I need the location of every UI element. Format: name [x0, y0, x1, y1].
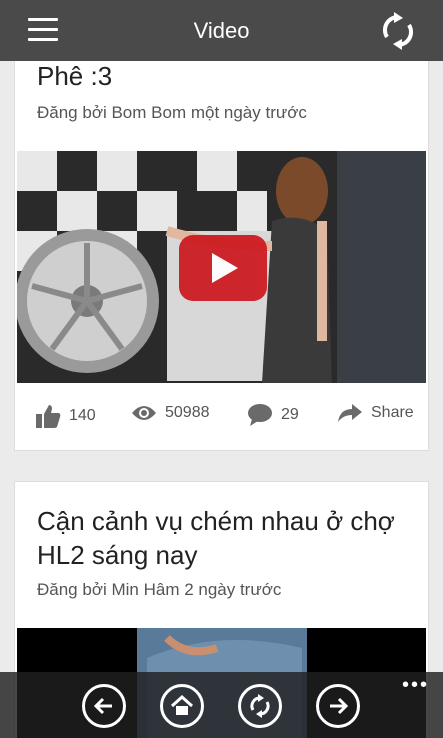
home-icon [170, 694, 194, 715]
like-count: 140 [69, 407, 96, 424]
share-label: Share [371, 404, 414, 421]
reload-button[interactable] [238, 684, 282, 728]
home-button[interactable] [160, 684, 204, 728]
view-count: 50988 [165, 404, 210, 421]
forward-button[interactable] [316, 684, 360, 728]
menu-icon[interactable] [28, 18, 58, 42]
post-meta: Đăng bởi Min Hâm 2 ngày trước [37, 580, 282, 599]
post-title[interactable]: Cận cảnh vụ chém nhau ở chợ HL2 sáng nay [37, 504, 407, 572]
views: 50988 [131, 403, 210, 423]
post-title[interactable]: Phê :3 [37, 59, 112, 93]
back-button[interactable] [82, 684, 126, 728]
post-stats: 140 50988 29 Share [15, 395, 430, 443]
video-post-card[interactable]: Phê :3 Đăng bởi Bom Bom một ngày trước 1… [14, 44, 429, 451]
page-title: Video [193, 17, 250, 43]
comment-count: 29 [281, 406, 299, 423]
like-button[interactable]: 140 [35, 403, 96, 429]
video-thumbnail[interactable] [17, 151, 426, 383]
play-button[interactable] [179, 235, 267, 301]
arrow-right-icon [330, 697, 349, 715]
arrow-left-icon [93, 697, 112, 715]
refresh-icon[interactable] [381, 12, 415, 50]
eye-icon [132, 406, 156, 420]
share-button[interactable]: Share [337, 403, 414, 423]
comment-icon [248, 404, 272, 426]
thumbs-up-icon [36, 405, 61, 428]
comment-button[interactable]: 29 [247, 403, 299, 427]
top-bar: Video [0, 0, 443, 61]
app-bar: ••• [0, 672, 443, 738]
more-options-icon[interactable]: ••• [402, 675, 429, 695]
share-icon [338, 404, 362, 422]
refresh-icon [250, 694, 270, 718]
post-meta: Đăng bởi Bom Bom một ngày trước [37, 103, 307, 122]
